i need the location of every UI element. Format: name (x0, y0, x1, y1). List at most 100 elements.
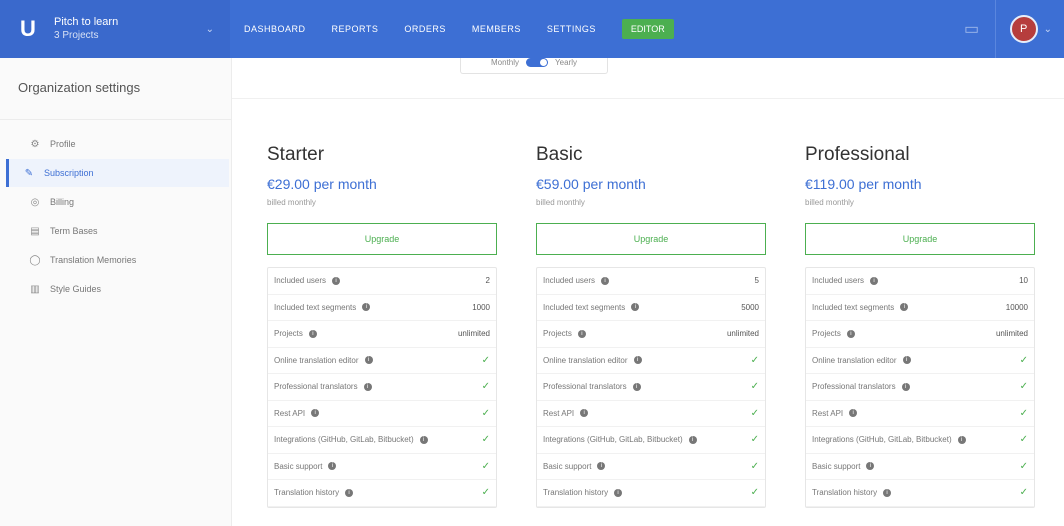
info-icon[interactable]: i (632, 382, 641, 391)
info-icon[interactable]: i (601, 276, 610, 285)
feature-row: Translation history i ✓ (806, 480, 1034, 507)
sidebar-item-billing[interactable]: ◎ Billing (6, 188, 229, 216)
info-icon[interactable]: i (364, 356, 373, 365)
toggle-label-yearly[interactable]: Yearly (555, 58, 577, 67)
divider (232, 98, 1064, 99)
info-icon[interactable]: i (345, 488, 354, 497)
nav-reports[interactable]: REPORTS (332, 24, 379, 34)
info-icon[interactable]: i (311, 409, 320, 418)
info-icon[interactable]: i (846, 329, 855, 338)
plan-card-starter: Starter €29.00 per month billed monthly … (267, 144, 497, 508)
feature-label: Rest API (812, 408, 844, 418)
check-icon: ✓ (1019, 460, 1028, 472)
feature-row: Basic support i ✓ (268, 454, 496, 480)
feature-label: Professional translators (274, 382, 358, 392)
info-icon[interactable]: i (580, 409, 589, 418)
info-icon[interactable]: i (957, 435, 966, 444)
plan-name: Basic (536, 144, 583, 165)
sidebar-title: Organization settings (0, 58, 231, 120)
chevron-down-icon[interactable]: ⌄ (1044, 24, 1052, 35)
check-icon: ✓ (750, 487, 759, 499)
sidebar-item-translation-memories[interactable]: ◯ Translation Memories (6, 246, 229, 274)
feature-row: Included text segments i 5000 (537, 295, 765, 321)
feature-row: Basic support i ✓ (537, 454, 765, 480)
feature-label: Included users (543, 276, 596, 286)
feature-label: Projects (812, 329, 841, 339)
info-icon[interactable]: i (633, 356, 642, 365)
info-icon[interactable]: i (614, 488, 623, 497)
sidebar-item-style-guides[interactable]: ▥ Style Guides (6, 275, 229, 303)
check-icon: ✓ (481, 381, 490, 393)
feature-list: Included users i 2 Included text segments i… (267, 267, 497, 508)
sidebar-item-term-bases[interactable]: ▤ Term Bases (6, 217, 229, 245)
feature-row: Included users i 10 (806, 268, 1034, 295)
feature-row: Projects i unlimited (537, 321, 765, 348)
upgrade-button[interactable]: Upgrade (267, 223, 497, 255)
feature-value: 2 (485, 276, 490, 286)
plan-card-basic: Basic €59.00 per month billed monthly Up… (536, 144, 766, 508)
info-icon[interactable]: i (901, 382, 910, 391)
check-icon: ✓ (1019, 407, 1028, 419)
nav-members[interactable]: MEMBERS (472, 24, 521, 34)
check-icon: ✓ (1019, 487, 1028, 499)
check-icon: ✓ (1019, 434, 1028, 446)
feature-row: Included text segments i 10000 (806, 295, 1034, 321)
globe-icon: ◎ (30, 196, 40, 208)
info-icon[interactable]: i (883, 488, 892, 497)
info-icon[interactable]: i (363, 382, 372, 391)
feature-label: Integrations (GitHub, GitLab, Bitbucket) (812, 435, 952, 445)
check-icon: ✓ (750, 407, 759, 419)
billing-period-toggle[interactable]: Monthly Yearly (460, 58, 608, 74)
organization-project-count: 3 Projects (54, 30, 99, 41)
nav-orders[interactable]: ORDERS (404, 24, 446, 34)
feature-row: Projects i unlimited (806, 321, 1034, 348)
info-icon[interactable]: i (900, 303, 909, 312)
info-icon[interactable]: i (419, 435, 428, 444)
upgrade-button[interactable]: Upgrade (536, 223, 766, 255)
info-icon[interactable]: i (577, 329, 586, 338)
toggle-label-monthly[interactable]: Monthly (491, 58, 519, 67)
toggle-switch[interactable] (526, 58, 549, 67)
info-icon[interactable]: i (866, 462, 875, 471)
feature-label: Included text segments (812, 302, 895, 312)
feature-label: Online translation editor (543, 355, 628, 365)
plan-billing-note: billed monthly (805, 198, 854, 207)
check-icon: ✓ (750, 354, 759, 366)
feature-row: Rest API i ✓ (537, 401, 765, 427)
feature-row: Translation history i ✓ (537, 480, 765, 507)
avatar[interactable]: P (1009, 15, 1038, 43)
editor-button[interactable]: EDITOR (621, 19, 674, 39)
upgrade-button[interactable]: Upgrade (805, 223, 1035, 255)
top-navigation-bar: U Pitch to learn 3 Projects ⌄ DASHBOARD … (0, 0, 1064, 58)
info-icon[interactable]: i (902, 356, 911, 365)
nav-dashboard[interactable]: DASHBOARD (244, 24, 306, 34)
info-icon[interactable]: i (870, 276, 879, 285)
subscription-content: Monthly Yearly Starter €29.00 per month … (232, 58, 1064, 526)
feature-value: 10 (1019, 276, 1028, 286)
sidebar-item-subscription[interactable]: ✎ Subscription (6, 159, 229, 187)
feature-row: Included users i 2 (268, 268, 496, 295)
info-icon[interactable]: i (849, 409, 858, 418)
plan-price: €59.00 per month (536, 176, 646, 192)
feature-label: Rest API (543, 408, 575, 418)
feature-label: Translation history (543, 488, 609, 498)
check-icon: ✓ (750, 460, 759, 472)
info-icon[interactable]: i (631, 303, 640, 312)
feature-list: Included users i 5 Included text segments i… (536, 267, 766, 508)
sidebar-item-profile[interactable]: ⚙ Profile (6, 130, 229, 158)
info-icon[interactable]: i (332, 276, 341, 285)
feature-value: 5000 (741, 302, 759, 312)
chat-icon[interactable]: ▭ (949, 0, 995, 58)
sidebar-item-label: Profile (50, 139, 76, 149)
feature-value: 1000 (472, 302, 490, 312)
info-icon[interactable]: i (362, 303, 371, 312)
info-icon[interactable]: i (308, 329, 317, 338)
info-icon[interactable]: i (597, 462, 606, 471)
nav-settings[interactable]: SETTINGS (547, 24, 596, 34)
info-icon[interactable]: i (328, 462, 337, 471)
info-icon[interactable]: i (688, 435, 697, 444)
feature-row: Professional translators i ✓ (806, 374, 1034, 401)
organization-switcher[interactable]: U Pitch to learn 3 Projects ⌄ (0, 0, 230, 58)
feature-label: Integrations (GitHub, GitLab, Bitbucket) (543, 435, 683, 445)
memory-icon: ◯ (29, 254, 41, 266)
